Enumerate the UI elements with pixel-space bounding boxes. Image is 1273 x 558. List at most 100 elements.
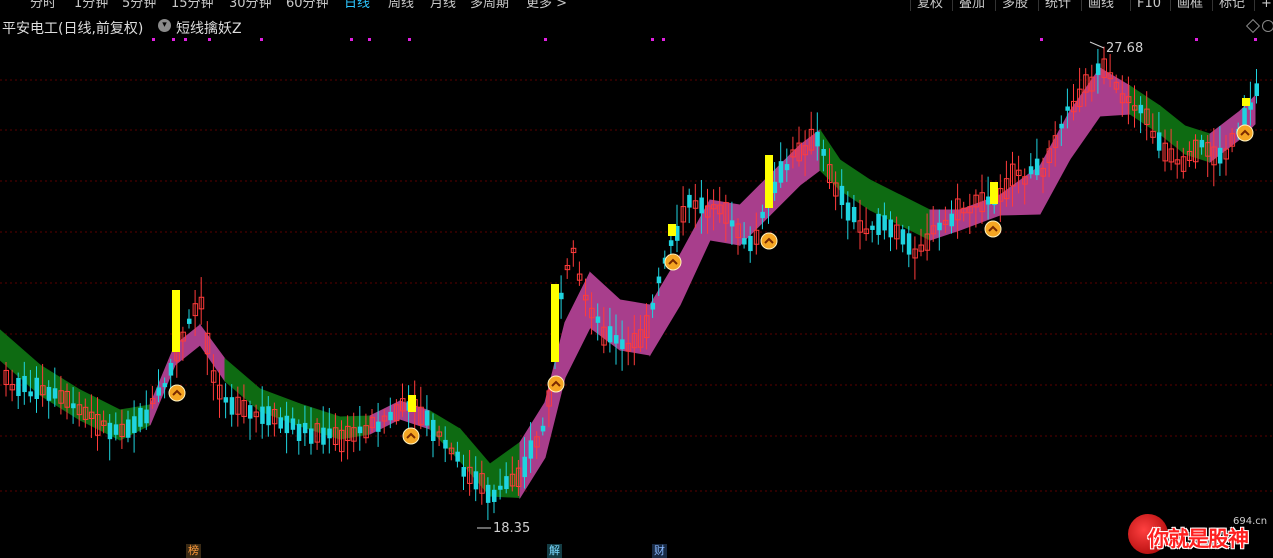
candle-body (900, 229, 906, 245)
indicator-ribbon (709, 199, 741, 246)
toolbar-btn-0[interactable]: 复权 (910, 0, 943, 11)
signal-bar (990, 182, 998, 204)
candle-body (424, 410, 430, 426)
candle-body (498, 485, 503, 490)
signal-bar (172, 290, 180, 352)
toolbar-btn-2[interactable]: 多股 (995, 0, 1028, 11)
candle-body (699, 197, 704, 214)
period-tab-2[interactable]: 5分钟 (122, 0, 156, 11)
indicator-ribbon (1159, 104, 1186, 156)
candle-body (504, 476, 509, 490)
candle-body (650, 302, 656, 310)
watermark-site: 694.cn (1233, 516, 1268, 527)
candle-body (876, 213, 881, 235)
signal-bar (1242, 98, 1250, 106)
signal-dot (368, 38, 371, 41)
toolbar-btn-6[interactable]: 画框 (1170, 0, 1203, 11)
stock-title: 平安电工(日线,前复权) (2, 21, 144, 37)
event-badge-bang[interactable]: 榜 (186, 544, 201, 558)
candle-body (742, 238, 747, 245)
signal-dot (1040, 38, 1043, 41)
buy-signal-icon (168, 384, 186, 402)
candle-body (1156, 132, 1162, 151)
candle-body (559, 292, 564, 300)
watermark-text: 你就是股神 (1148, 527, 1249, 551)
candle-body (260, 406, 265, 424)
candle-body (16, 377, 21, 397)
indicator-ribbon (1209, 109, 1241, 164)
indicator-name[interactable]: 短线擒妖Z (176, 18, 242, 38)
buy-signal-icon (760, 232, 778, 250)
buy-signal-icon (547, 375, 565, 393)
candle-body (144, 409, 149, 424)
candle-body (839, 185, 845, 206)
candle-body (388, 411, 393, 421)
candle-body (156, 387, 161, 396)
signal-dot (208, 38, 211, 41)
period-tab-3[interactable]: 15分钟 (171, 0, 214, 11)
period-tab-8[interactable]: 月线 (430, 0, 456, 11)
candle-body (1065, 106, 1070, 111)
period-tab-1[interactable]: 1分钟 (74, 0, 108, 11)
signal-dot (350, 38, 353, 41)
candle-body (113, 424, 119, 435)
event-badge-jie[interactable]: 解 (547, 544, 562, 558)
candle-body (760, 211, 765, 219)
candle-body (821, 148, 826, 156)
candle-body (1138, 104, 1144, 114)
period-tab-7[interactable]: 周线 (388, 0, 414, 11)
period-toolbar: 分时 1分钟 5分钟 15分钟 30分钟 60分钟 日线 周线 月线 多周期 更多 > 复权 叠加 多股统… (0, 0, 1273, 16)
period-tab-9[interactable]: 多周期 (470, 0, 509, 11)
signal-dot (152, 38, 155, 41)
candle-body (620, 339, 625, 350)
candle-body (986, 196, 991, 205)
toolbar-btn-1[interactable]: 叠加 (952, 0, 985, 11)
candle-body (656, 276, 662, 284)
event-badge-cai[interactable]: 财 (652, 544, 667, 558)
kline-chart[interactable] (0, 0, 1273, 558)
indicator-ribbon (1069, 66, 1101, 161)
toolbar-btn-4[interactable]: 画线 (1081, 0, 1114, 11)
period-tab-5[interactable]: 60分钟 (286, 0, 329, 11)
period-tab-10[interactable]: 更多 > (526, 0, 567, 11)
candle-body (443, 439, 448, 449)
candle-body (376, 421, 381, 432)
buy-signal-icon (984, 220, 1002, 238)
period-tab-0[interactable]: 分时 (30, 0, 56, 11)
candle-body (284, 415, 290, 434)
candle-body (1028, 166, 1034, 175)
candle-body (485, 484, 491, 503)
candle-body (290, 418, 296, 430)
candle-body (187, 318, 192, 324)
period-tab-4[interactable]: 30分钟 (229, 0, 272, 11)
settings-circle-icon[interactable] (1262, 20, 1273, 32)
candle-body (937, 222, 942, 231)
toolbar-btn-7[interactable]: 标记 (1212, 0, 1245, 11)
high-price-label: 27.68 (1106, 41, 1144, 56)
candle-body (431, 419, 436, 441)
candle-body (248, 405, 253, 419)
candle-body (71, 403, 76, 409)
candle-body (126, 419, 131, 438)
candle-body (162, 383, 168, 388)
period-tab-6[interactable]: 日线 (344, 0, 370, 11)
candle-body (851, 206, 857, 223)
candle-body (455, 451, 460, 462)
indicator-menu-icon[interactable]: ▾ (158, 19, 171, 32)
watermark: 你就是股神 694.cn (1128, 510, 1273, 558)
high-arrow (1089, 41, 1105, 49)
candle-body (168, 362, 174, 376)
candle-body (321, 427, 326, 445)
candle-body (357, 426, 363, 434)
candle-body (888, 219, 893, 238)
toolbar-btn-8[interactable]: +自 (1254, 0, 1273, 11)
candle-body (1059, 123, 1064, 129)
candle-body (1254, 83, 1259, 97)
candle-body (528, 440, 534, 459)
candle-body (595, 316, 601, 323)
toolbar-btn-3[interactable]: 统计 (1038, 0, 1071, 11)
candle-body (614, 335, 619, 344)
candle-body (729, 220, 735, 227)
candle-body (278, 417, 283, 429)
toolbar-btn-5[interactable]: F10 (1130, 0, 1161, 11)
